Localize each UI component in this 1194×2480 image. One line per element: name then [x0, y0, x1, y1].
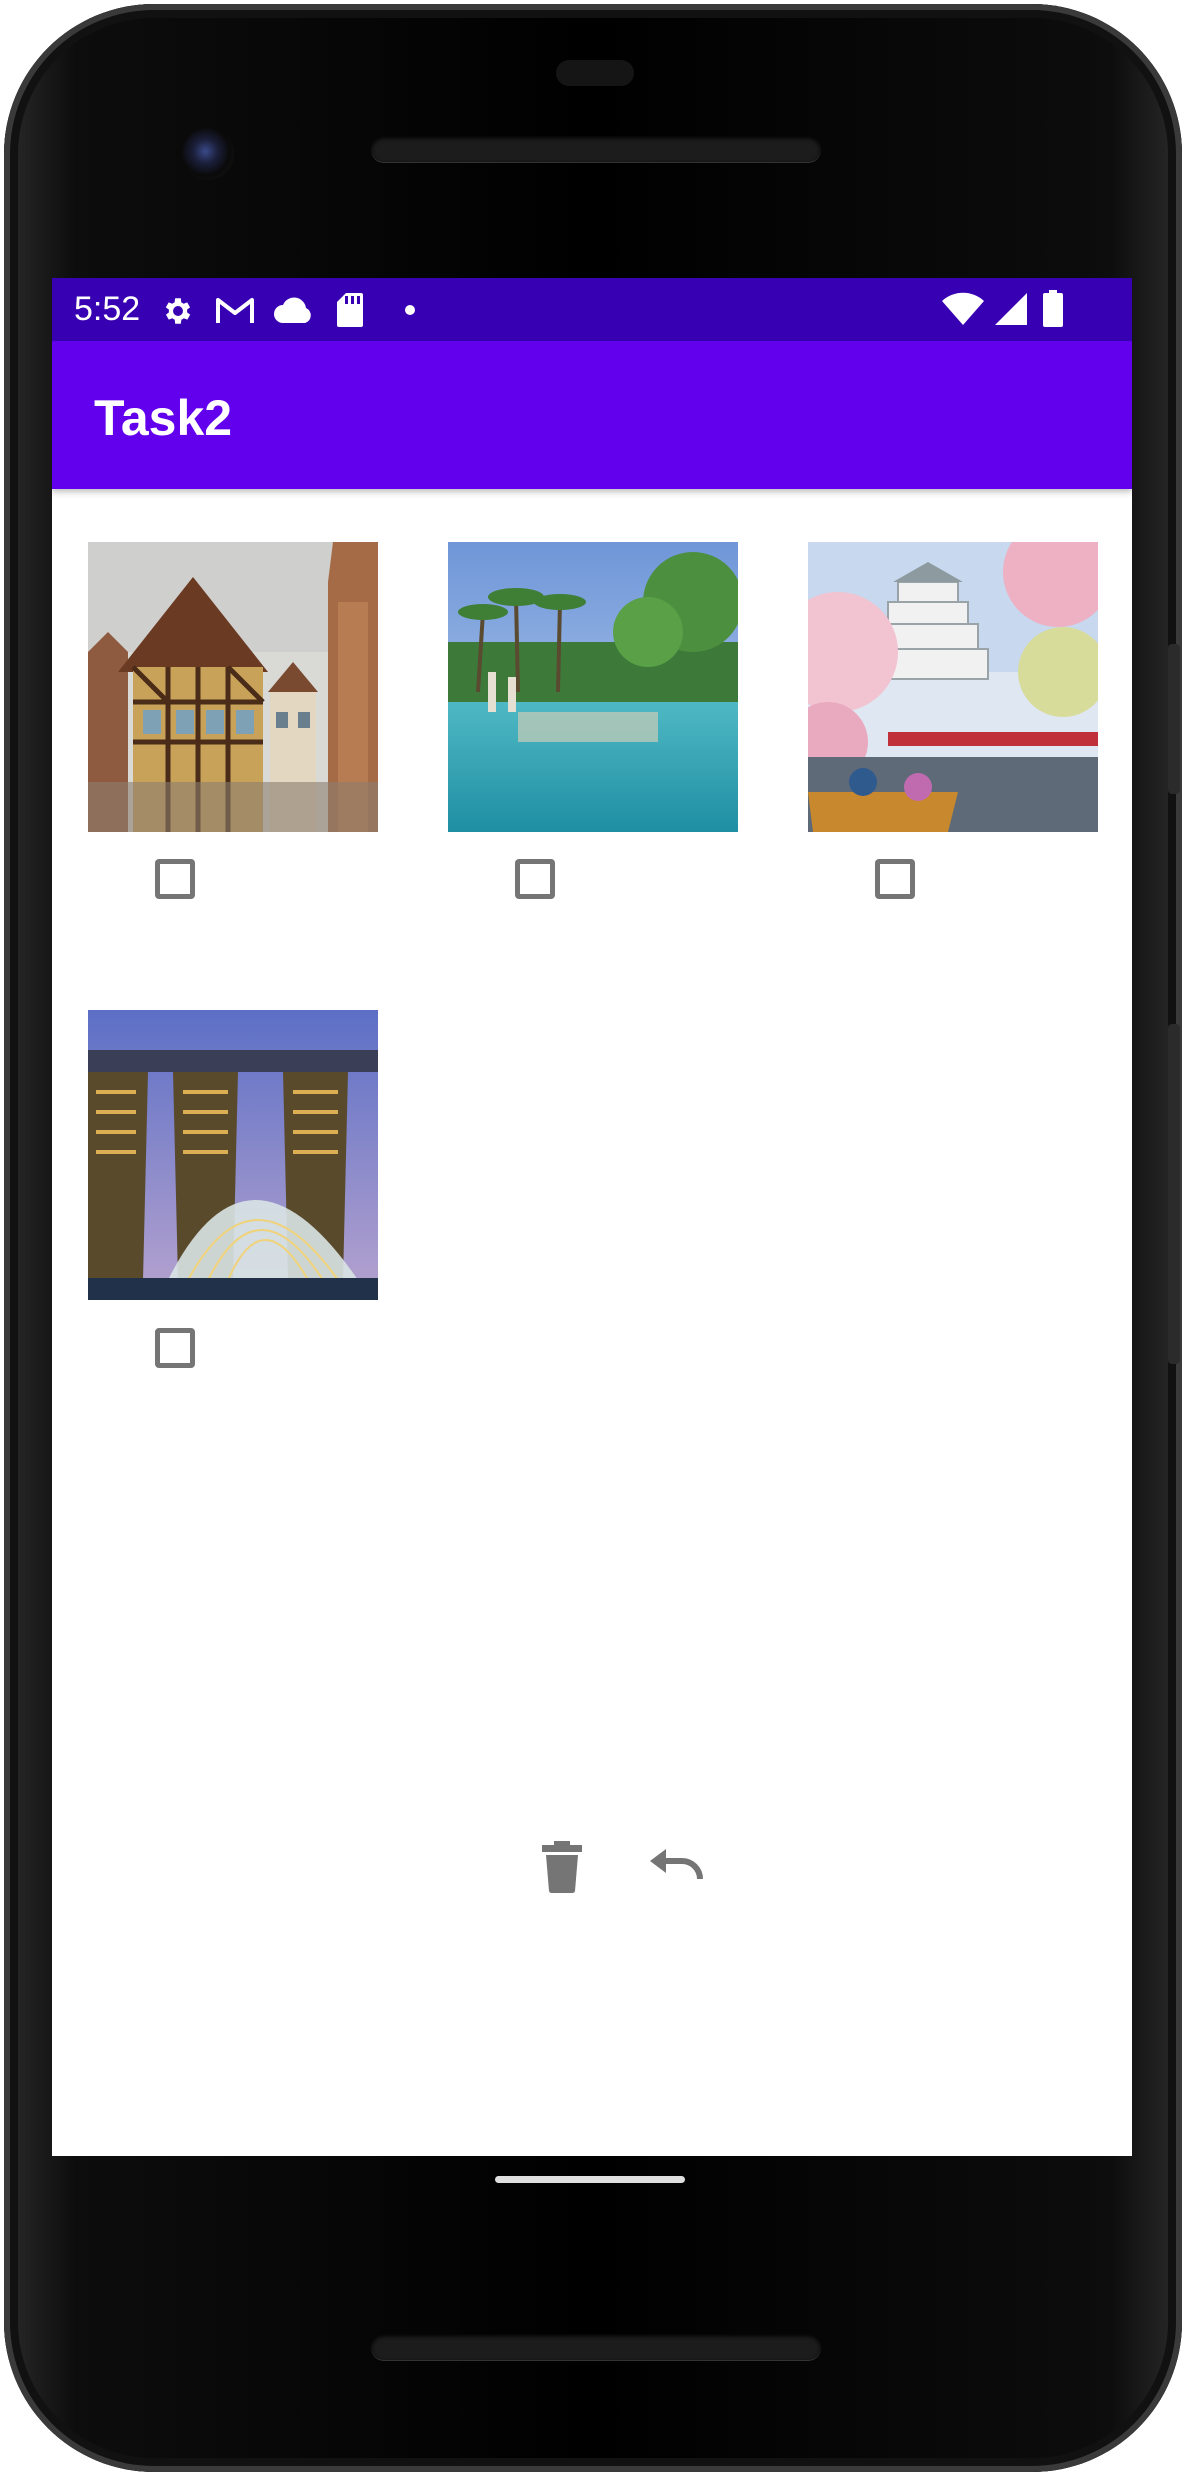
power-button: [1168, 644, 1180, 794]
tropical-pool-resort-photo[interactable]: [448, 542, 738, 832]
cloud-icon: [274, 297, 311, 323]
app-bar: Task2: [52, 341, 1132, 489]
navigation-bar: [52, 2156, 1132, 2236]
battery-icon: [1043, 290, 1063, 327]
app-title: Task2: [94, 390, 233, 446]
cell-signal-icon: [995, 293, 1027, 325]
status-time: 5:52: [74, 290, 141, 328]
singapore-marina-skyline-photo[interactable]: [88, 1010, 378, 1300]
wifi-icon: [942, 292, 984, 325]
castle-cherry-blossom-photo[interactable]: [808, 542, 1098, 832]
gmail-icon: [216, 298, 254, 323]
sd-card-icon: [337, 293, 363, 327]
gallery-grid: [52, 489, 1132, 2156]
bottom-speaker: [371, 2334, 821, 2360]
status-bar: 5:52: [52, 278, 1132, 341]
screen: 5:52 Task2: [52, 278, 1132, 2156]
photo-4-checkbox[interactable]: [155, 1328, 195, 1368]
top-speaker: [371, 136, 821, 162]
photo-1-checkbox[interactable]: [155, 859, 195, 899]
earpiece-slot: [556, 60, 634, 86]
half-timbered-town-photo[interactable]: [88, 542, 378, 832]
dot-icon: [405, 305, 415, 315]
front-camera: [182, 128, 234, 180]
volume-button: [1168, 1024, 1180, 1364]
home-gesture-pill[interactable]: [495, 2176, 685, 2183]
trash-icon[interactable]: [540, 1841, 584, 1893]
photo-2-checkbox[interactable]: [515, 859, 555, 899]
undo-icon[interactable]: [648, 1849, 704, 1885]
gear-icon: [165, 298, 191, 324]
photo-3-checkbox[interactable]: [875, 859, 915, 899]
